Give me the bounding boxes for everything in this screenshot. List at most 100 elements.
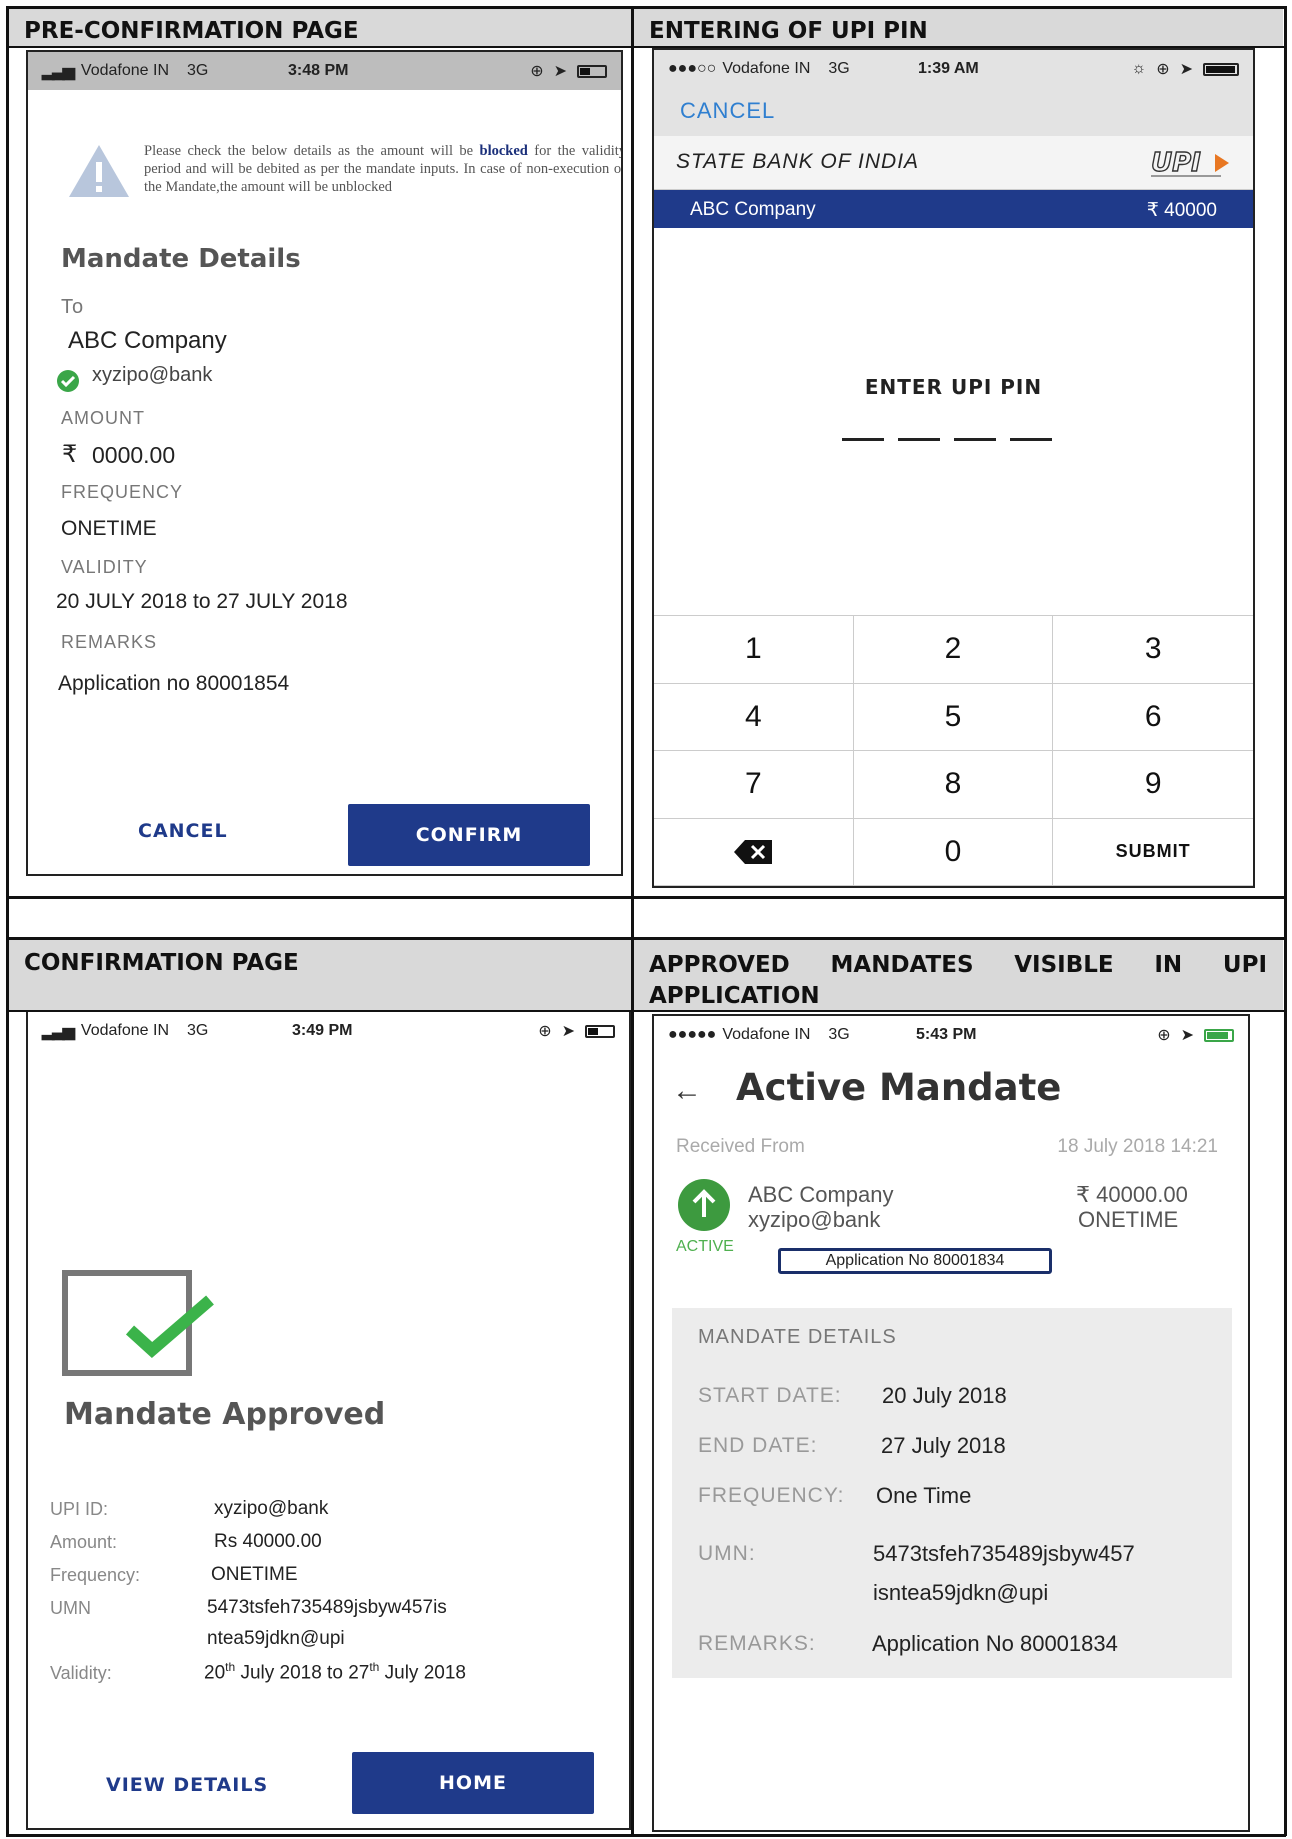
pin-digit-slot <box>898 438 940 441</box>
header-approved-mandates: APPROVED MANDATES VISIBLE IN UPI APPLICA… <box>633 940 1283 1010</box>
amount-label: Amount: <box>50 1532 118 1552</box>
location-icon: ➤ <box>1179 61 1193 78</box>
section-title: Mandate Details <box>61 244 301 274</box>
warning-text: Please check the below details as the am… <box>144 143 623 195</box>
mandate-frequency: ONETIME <box>1078 1207 1179 1232</box>
key-8[interactable]: 8 <box>853 751 1054 819</box>
status-badge: ACTIVE <box>676 1238 734 1255</box>
frequency-value: One Time <box>876 1483 972 1508</box>
umn-label: UMN <box>50 1598 91 1618</box>
cancel-button[interactable]: CANCEL <box>138 820 228 842</box>
mandate-amount: ₹ 40000.00 <box>1076 1182 1188 1207</box>
pin-input[interactable] <box>842 438 1052 441</box>
table-border-mid <box>631 6 634 1836</box>
table-border-right <box>1284 6 1287 1836</box>
validity-value: 20 JULY 2018 to 27 JULY 2018 <box>56 590 348 613</box>
network: 3G <box>187 62 209 79</box>
payment-summary: ABC Company ₹ 40000 <box>654 190 1253 228</box>
pre-confirmation-screen: ▂▃▅ Vodafone IN 3G 3:48 PM ⊕ ➤ Please ch… <box>26 50 623 876</box>
battery-charging-icon <box>1204 1028 1234 1042</box>
location-icon: ➤ <box>553 63 567 80</box>
home-button[interactable]: HOME <box>352 1752 594 1814</box>
frequency-label: FREQUENCY <box>61 482 184 502</box>
upi-logo-icon: UPI <box>1149 147 1235 185</box>
to-label: To <box>61 296 85 318</box>
rupee-icon: ₹ <box>62 441 78 468</box>
key-7[interactable]: 7 <box>654 751 854 819</box>
payee-vpa: xyzipo@bank <box>748 1207 881 1232</box>
confirmation-screen: ▂▃▅ Vodafone IN 3G 3:49 PM ⊕ ➤ Mandate A… <box>26 1012 631 1830</box>
table-border-h3 <box>6 937 1286 940</box>
numeric-keypad: 1 2 3 4 5 6 7 8 9 0 SUBMIT <box>654 615 1253 886</box>
view-details-button[interactable]: VIEW DETAILS <box>106 1774 268 1796</box>
carrier: Vodafone IN <box>80 1022 169 1039</box>
spacer-row <box>8 898 1283 938</box>
table-border-left <box>6 6 9 1836</box>
frequency-value: ONETIME <box>61 517 157 540</box>
svg-text:UPI: UPI <box>1151 148 1201 178</box>
pin-digit-slot <box>954 438 996 441</box>
signal-icon: ▂▃▅ <box>42 1023 75 1040</box>
bank-row: STATE BANK OF INDIA UPI <box>654 136 1253 190</box>
active-mandate-screen: ●●●●● Vodafone IN 3G 5:43 PM ⊕ ➤ ← Activ… <box>652 1014 1250 1832</box>
network: 3G <box>828 60 850 77</box>
start-date-value: 20 July 2018 <box>882 1383 1007 1408</box>
key-0[interactable]: 0 <box>853 818 1054 886</box>
remarks-value: Application No 80001834 <box>872 1631 1118 1656</box>
battery-icon <box>1203 62 1239 76</box>
carrier: Vodafone IN <box>80 62 169 79</box>
remarks-label: REMARKS <box>61 632 158 652</box>
received-timestamp: 18 July 2018 14:21 <box>1057 1136 1218 1157</box>
key-4[interactable]: 4 <box>654 683 854 751</box>
clock: 5:43 PM <box>916 1026 977 1043</box>
payee-name: ABC Company <box>748 1182 894 1207</box>
confirm-button[interactable]: CONFIRM <box>348 804 590 866</box>
backspace-icon <box>734 839 773 864</box>
key-5[interactable]: 5 <box>853 683 1054 751</box>
validity-value: 20th July 2018 to 27th July 2018 <box>204 1660 466 1684</box>
pin-digit-slot <box>1010 438 1052 441</box>
header-pre-confirmation: PRE-CONFIRMATION PAGE <box>8 8 631 46</box>
end-date-label: END DATE: <box>698 1434 818 1457</box>
location-icon: ➤ <box>1180 1027 1194 1044</box>
back-arrow-icon[interactable]: ← <box>672 1074 702 1108</box>
payee-vpa: xyzipo@bank <box>92 364 213 386</box>
table-border-bottom <box>6 1834 1286 1837</box>
signal-icon: ▂▃▅ <box>42 63 75 80</box>
application-number-box: Application No 80001834 <box>778 1248 1052 1274</box>
key-3[interactable]: 3 <box>1053 616 1253 684</box>
status-bar: ●●●○○ Vodafone IN 3G 1:39 AM ☼ ⊕ ➤ <box>654 50 1253 88</box>
key-9[interactable]: 9 <box>1053 751 1253 819</box>
submit-button[interactable]: SUBMIT <box>1053 819 1253 886</box>
lock-rotation-icon: ⊕ <box>1157 1027 1171 1044</box>
lock-rotation-icon: ⊕ <box>530 63 544 80</box>
payee-name: ABC Company <box>68 327 227 354</box>
clock: 3:48 PM <box>288 62 349 79</box>
key-1[interactable]: 1 <box>654 616 854 684</box>
amount-value: Rs 40000.00 <box>214 1531 322 1552</box>
network: 3G <box>828 1026 850 1043</box>
cancel-link[interactable]: CANCEL <box>680 98 775 124</box>
end-date-value: 27 July 2018 <box>881 1433 1006 1458</box>
verified-icon <box>56 369 80 398</box>
clock: 1:39 AM <box>918 60 979 77</box>
payment-amount: ₹ 40000 <box>1146 200 1217 221</box>
battery-icon <box>577 64 607 78</box>
header-upi-pin: ENTERING OF UPI PIN <box>633 8 1283 46</box>
received-from-label: Received From <box>676 1136 805 1157</box>
network: 3G <box>187 1022 209 1039</box>
pin-prompt: ENTER UPI PIN <box>864 375 1043 399</box>
remarks-value: Application no 80001854 <box>58 672 290 695</box>
signal-dots-icon: ●●●●● <box>668 1026 717 1043</box>
key-2[interactable]: 2 <box>853 616 1054 684</box>
upi-id-value: xyzipo@bank <box>214 1498 329 1519</box>
status-bar: ▂▃▅ Vodafone IN 3G 3:49 PM ⊕ ➤ <box>28 1012 629 1050</box>
approved-checkbox-icon <box>62 1270 222 1385</box>
umn-label: UMN: <box>698 1542 756 1565</box>
status-bar: ▂▃▅ Vodafone IN 3G 3:48 PM ⊕ ➤ <box>28 52 621 90</box>
backspace-key[interactable] <box>654 818 854 886</box>
key-6[interactable]: 6 <box>1053 684 1253 751</box>
upi-pin-screen: ●●●○○ Vodafone IN 3G 1:39 AM ☼ ⊕ ➤ CANCE… <box>652 48 1255 888</box>
amount-value: 0000.00 <box>92 442 176 468</box>
umn-value-line1: 5473tsfeh735489jsbyw457is <box>207 1597 447 1618</box>
